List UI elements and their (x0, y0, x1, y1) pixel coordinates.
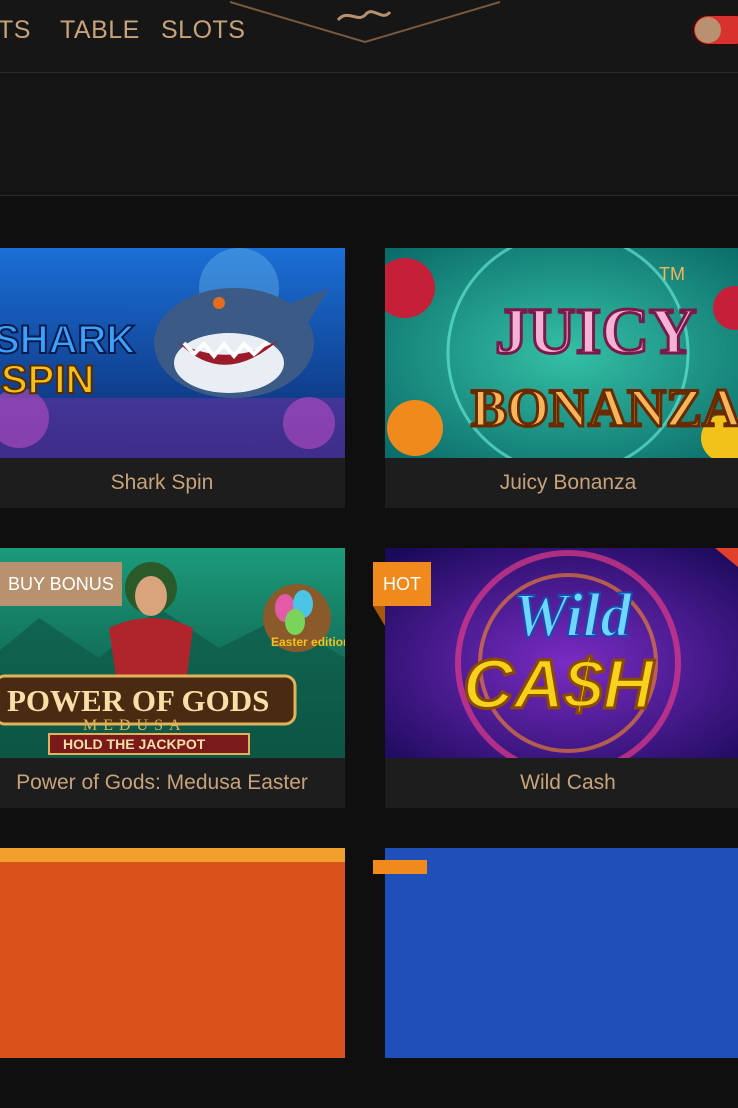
game-title[interactable]: Wild Cash (385, 758, 738, 808)
art-text-wild: Wild (513, 582, 632, 650)
badge-partial (373, 860, 427, 874)
game-title[interactable]: Power of Gods: Medusa Easter (0, 758, 345, 808)
art-text-cash: CA$H (463, 645, 655, 723)
nav-item-sports[interactable]: TS (0, 16, 31, 45)
promo-banner (0, 73, 738, 196)
game-thumbnail[interactable]: JUICY BONANZA TM (385, 248, 738, 458)
header-ornament-icon (230, 1, 500, 44)
nav-item-table[interactable]: TABLE (60, 16, 140, 45)
hot-badge-fold (373, 606, 385, 626)
art-text-spin: SPIN (1, 358, 94, 402)
game-card-power-of-gods-medusa-easter[interactable]: Easter edition POWER OF GODS MEDUSA HOLD… (0, 548, 345, 808)
top-navigation: TS TABLE SLOTS (0, 0, 738, 73)
game-card-shark-spin[interactable]: SHARK SPIN Shark Spin (0, 248, 345, 508)
theme-toggle[interactable] (692, 14, 738, 46)
art-text-bonanza: BONANZA (471, 378, 738, 438)
art-text-easter-edition: Easter edition (271, 635, 345, 649)
game-card-juicy-bonanza[interactable]: JUICY BONANZA TM Juicy Bonanza (385, 248, 738, 508)
art-text-shark: SHARK (0, 318, 135, 362)
game-card-partial[interactable] (0, 848, 345, 1108)
game-card-partial[interactable] (373, 848, 738, 1108)
partial-artwork (0, 848, 345, 1058)
game-thumbnail[interactable] (0, 848, 345, 1058)
toggle-knob (695, 17, 721, 43)
art-text-juicy: JUICY (495, 295, 697, 368)
art-trademark: TM (659, 264, 685, 284)
game-thumbnail[interactable]: SHARK SPIN (0, 248, 345, 458)
game-title[interactable]: Juicy Bonanza (385, 458, 738, 508)
game-title[interactable]: Shark Spin (0, 458, 345, 508)
shark-spin-artwork: SHARK SPIN (0, 248, 345, 458)
game-thumbnail[interactable] (385, 848, 738, 1058)
juicy-bonanza-artwork: JUICY BONANZA TM (385, 248, 738, 458)
hot-badge: HOT (373, 562, 431, 606)
game-thumbnail[interactable]: Wild CA$H (385, 548, 738, 758)
art-text-medusa: MEDUSA (83, 717, 187, 734)
game-card-wild-cash[interactable]: Wild CA$H HOT Wild Cash (373, 548, 738, 808)
art-text-power-of-gods: POWER OF GODS (7, 683, 269, 718)
partial-artwork (385, 848, 738, 1058)
wild-cash-artwork: Wild CA$H (385, 548, 738, 758)
buy-bonus-badge: BUY BONUS (0, 562, 122, 606)
art-text-hold-the-jackpot: HOLD THE JACKPOT (63, 736, 206, 752)
